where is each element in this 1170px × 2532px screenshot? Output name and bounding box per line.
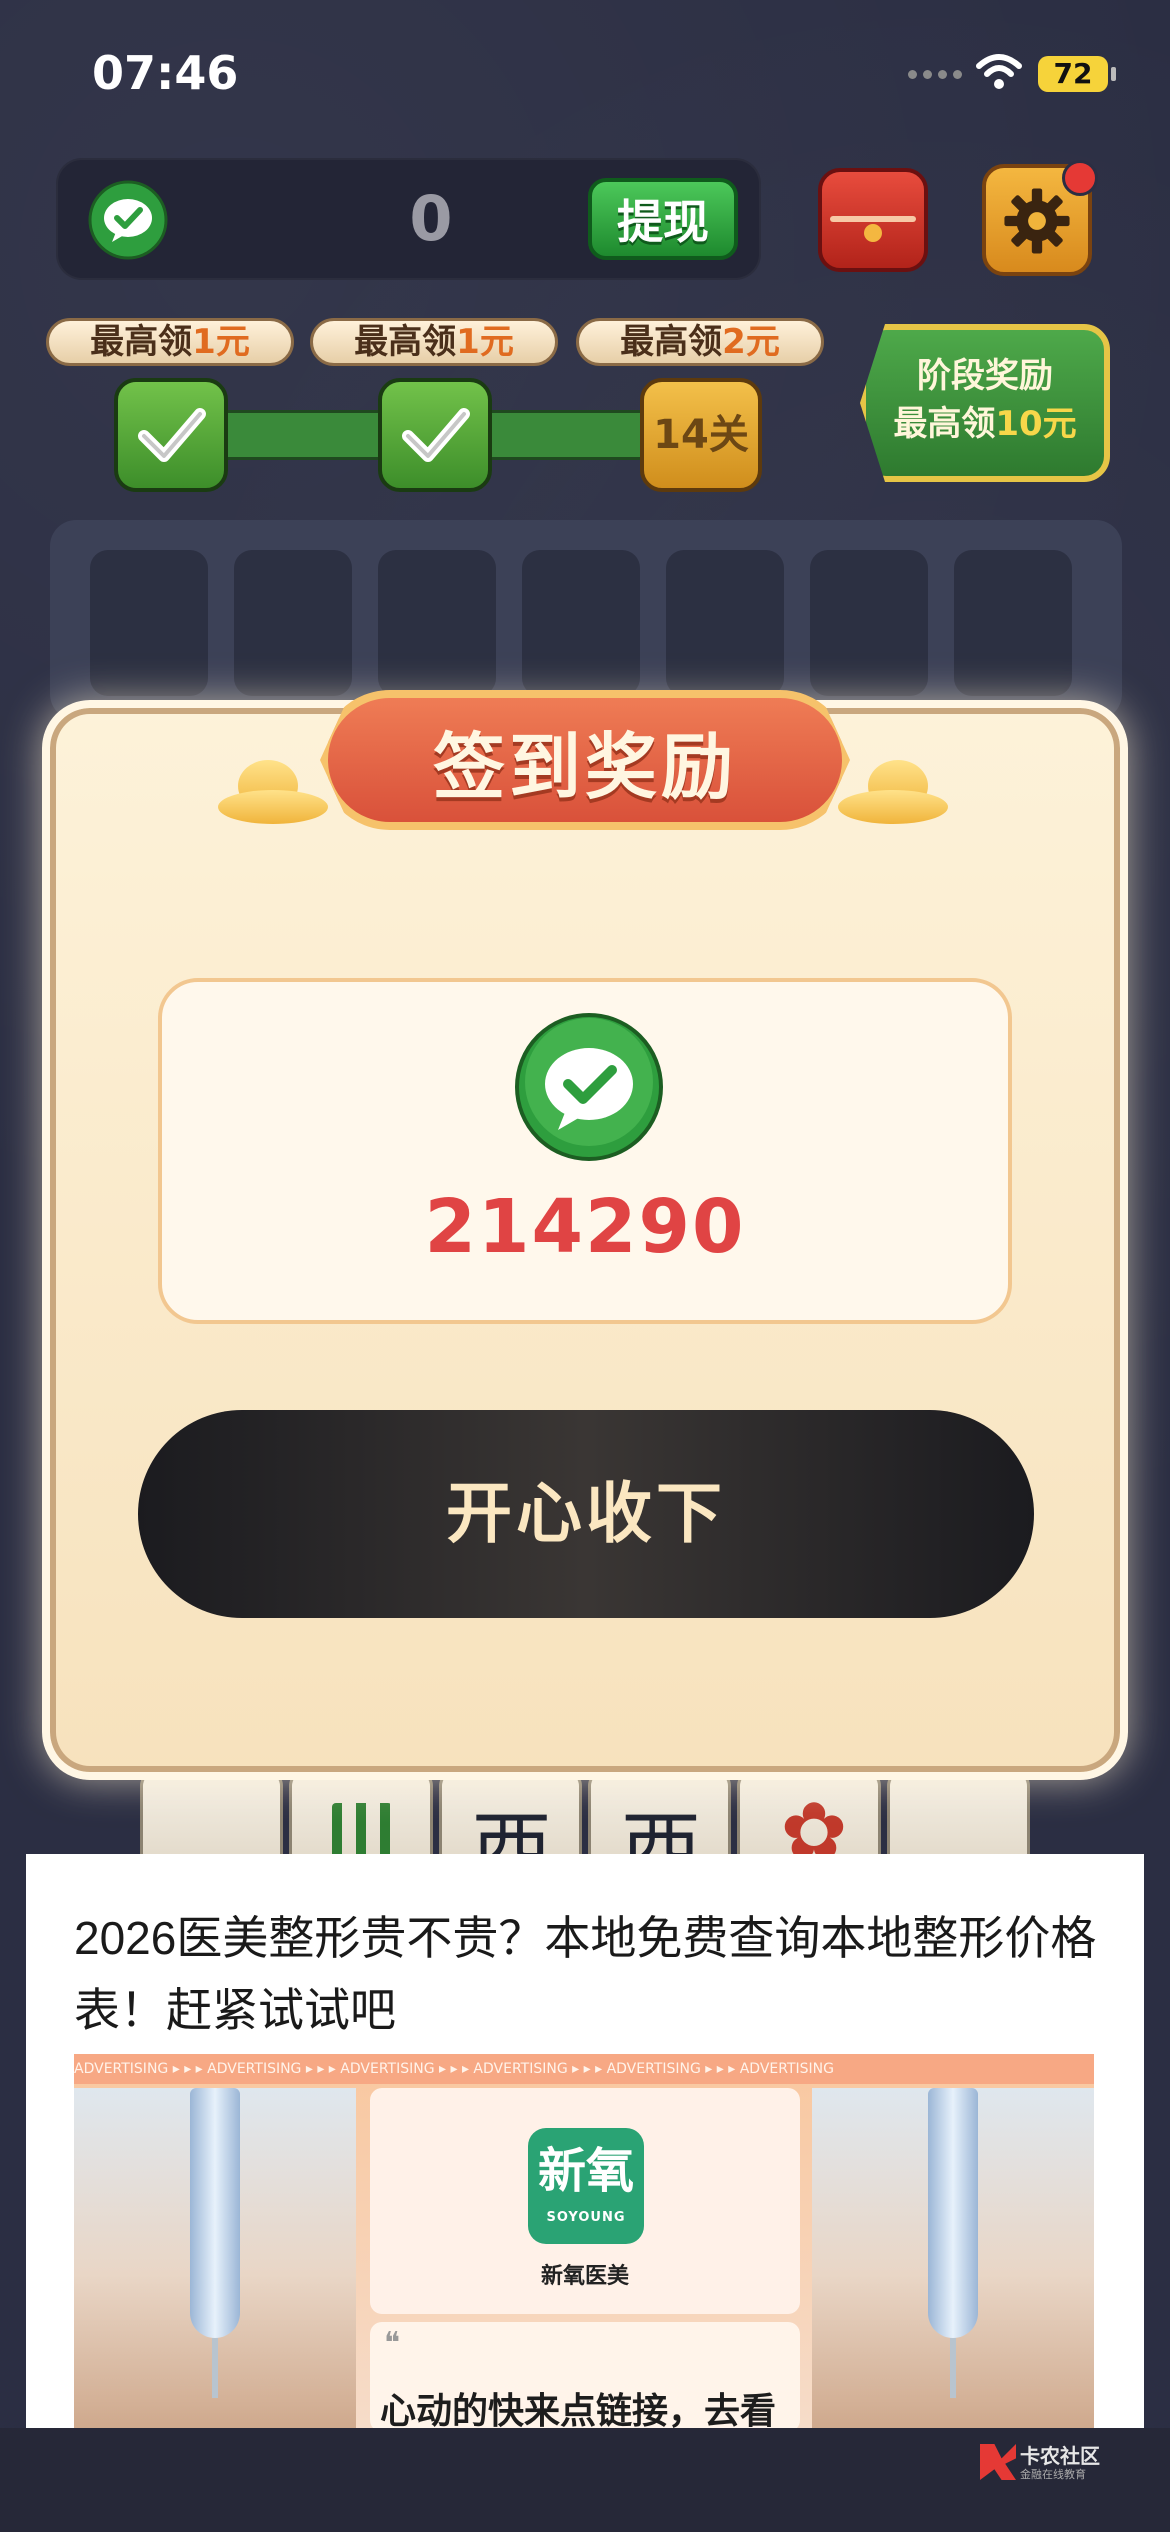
status-bar: 07:46 72 [0, 0, 1170, 150]
reward-card: 214290 [158, 978, 1012, 1324]
tile-slot [954, 550, 1072, 696]
stage-label-amount: 1元 [192, 322, 250, 362]
battery-indicator: 72 [1038, 56, 1116, 92]
stage-label-prefix: 最高领 [354, 322, 457, 362]
gear-icon [1004, 188, 1070, 254]
dialog-title: 签到奖励 [432, 725, 737, 809]
quote-icon: ❝ [384, 2326, 401, 2361]
wifi-icon [976, 54, 1022, 89]
stage-label-3: 最高领2元 [576, 318, 824, 366]
brand-logo-text: 新氧 [537, 2143, 634, 2199]
withdraw-button[interactable]: 提现 [588, 178, 738, 260]
balance-value: 0 [409, 182, 453, 255]
brand-logo-en: SOYOUNG [546, 2210, 626, 2225]
ad-slogan: 心动的快来点链接，去看 [380, 2391, 777, 2428]
red-packet-button[interactable] [818, 168, 928, 272]
reward-amount: 214290 [424, 1184, 746, 1270]
tile-slot [810, 550, 928, 696]
settings-button[interactable] [982, 160, 1098, 276]
stage-check-2 [378, 378, 492, 492]
ad-panel[interactable]: 2026医美整形贵不贵？本地免费查询本地整形价格表！赶紧试试吧 ADVERTIS… [26, 1854, 1144, 2428]
check-icon [402, 408, 470, 462]
dialog-title-banner: 签到奖励 [320, 680, 850, 840]
stage-reward-amount-line: 最高领10元 [866, 400, 1104, 448]
check-icon [138, 408, 206, 462]
signal-icon [908, 70, 964, 86]
stage-label-amount: 2元 [722, 322, 780, 362]
ad-strip: ADVERTISING ▸ ▸ ▸ ADVERTISING ▸ ▸ ▸ ADVE… [74, 2054, 1094, 2084]
stage-reward-button[interactable]: 阶段奖励 最高领10元 [860, 324, 1110, 482]
ad-headline[interactable]: 2026医美整形贵不贵？本地免费查询本地整形价格表！赶紧试试吧 [74, 1902, 1104, 2046]
balance-panel: 0 提现 [56, 158, 761, 280]
stage-check-1 [114, 378, 228, 492]
watermark: 卡农社区 金融在线教育 [980, 2440, 1130, 2490]
stage-label-prefix: 最高领 [90, 322, 193, 362]
stage-label-2: 最高领1元 [310, 318, 558, 366]
notification-dot [1062, 160, 1098, 196]
stage-reward-title: 阶段奖励 [917, 356, 1053, 396]
ad-brand-card: 新氧 SOYOUNG 新氧医美 [370, 2088, 800, 2314]
tile-slot [666, 550, 784, 696]
watermark-title: 卡农社区 [1020, 2444, 1100, 2468]
stage-label-amount: 1元 [456, 322, 514, 362]
ad-quote-card: ❝ 心动的快来点链接，去看 [370, 2322, 800, 2428]
cloud-decoration [838, 760, 948, 830]
tile-slot [90, 550, 208, 696]
ad-needle-image [812, 2088, 1094, 2428]
ad-image[interactable]: ADVERTISING ▸ ▸ ▸ ADVERTISING ▸ ▸ ▸ ADVE… [74, 2054, 1094, 2428]
stage-label-prefix: 最高领 [620, 322, 723, 362]
status-time: 07:46 [92, 46, 239, 100]
tile-slot [234, 550, 352, 696]
level-indicator: 14关 [640, 378, 762, 492]
tile-slot [522, 550, 640, 696]
tile-slot [378, 550, 496, 696]
stage-reward-prefix: 最高领 [893, 404, 996, 444]
brand-logo: 新氧 SOYOUNG [528, 2128, 644, 2244]
wechat-icon [515, 1013, 663, 1161]
watermark-logo-icon [980, 2444, 1016, 2480]
watermark-subtitle: 金融在线教育 [1020, 2468, 1086, 2481]
stage-label-1: 最高领1元 [46, 318, 294, 366]
brand-name: 新氧医美 [540, 2264, 629, 2289]
wechat-icon [88, 180, 168, 260]
stage-reward-amount: 10元 [995, 404, 1077, 444]
collect-button[interactable]: 开心收下 [138, 1410, 1034, 1618]
ad-needle-image [74, 2088, 356, 2428]
cloud-decoration [218, 760, 328, 830]
